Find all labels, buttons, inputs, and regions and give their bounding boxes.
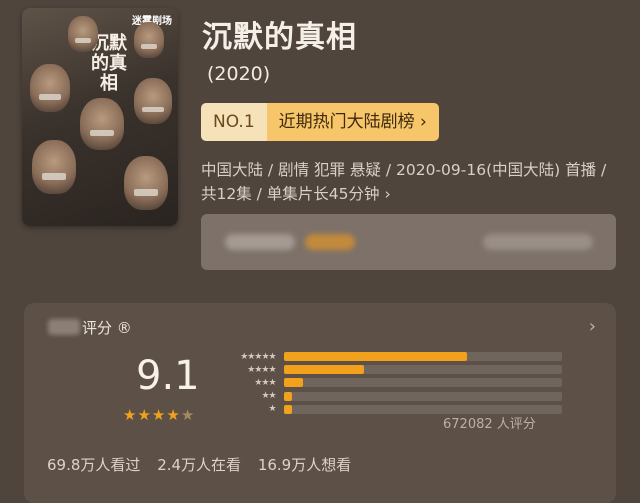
rating-distribution: ★★★★★ ★★★★ ★★★ ★★ ★ — [202, 350, 562, 416]
rating-label: 评分 ® — [82, 319, 132, 337]
poster-face — [134, 78, 172, 124]
want-count: 16.9万人想看 — [257, 456, 352, 474]
blurred-text — [305, 234, 355, 250]
poster-face — [30, 64, 70, 112]
blurred-text — [483, 234, 593, 250]
rating-score: 9.1 — [136, 353, 200, 399]
rating-bar — [283, 404, 292, 414]
release-year: (2020) — [207, 63, 271, 85]
rating-bar-track — [283, 352, 562, 362]
poster-image[interactable]: 迷雾剧场 沉默的真相 — [22, 8, 178, 226]
watch-stats: 69.8万人看过 2.4万人在看 16.9万人想看 — [47, 454, 363, 475]
rating-bar-track — [283, 365, 562, 375]
chevron-right-icon[interactable]: › — [589, 316, 596, 337]
rating-bar-track — [283, 378, 562, 388]
rating-row-stars: ★★★★★ — [240, 351, 276, 362]
star-icon: ★ — [180, 406, 196, 424]
show-meta[interactable]: 中国大陆 / 剧情 犯罪 悬疑 / 2020-09-16(中国大陆) 首播 / … — [201, 158, 621, 206]
poster-face — [134, 22, 164, 58]
watched-count: 69.8万人看过 — [47, 456, 141, 474]
rating-count: 672082 人评分 — [443, 417, 536, 432]
blurred-text — [225, 234, 295, 250]
star-icon: ★ — [123, 406, 138, 424]
rank-list-link[interactable]: 近期热门大陆剧榜 › — [266, 103, 439, 141]
rank-badge[interactable]: NO.1 近期热门大陆剧榜 › — [201, 103, 439, 141]
rating-row: ★★★★ — [202, 363, 562, 376]
star-icon: ★ — [137, 406, 152, 424]
poster-face — [68, 16, 98, 52]
poster-face — [80, 98, 124, 150]
watching-count: 2.4万人在看 — [157, 456, 242, 474]
rating-row-stars: ★★ — [261, 391, 276, 402]
rating-row-stars: ★★★ — [254, 377, 276, 388]
rating-bar — [283, 352, 468, 362]
page-title: 沉默的真相 — [202, 20, 357, 55]
rating-bar — [283, 391, 292, 401]
rating-bar — [283, 365, 365, 375]
rating-row: ★★★★★ — [202, 350, 562, 363]
rating-stars: ★★★★★ — [123, 406, 195, 424]
blurred-banner — [201, 214, 616, 270]
rating-row: ★★★ — [202, 376, 562, 389]
blurred-brand-name — [48, 319, 80, 335]
rating-row-stars: ★★★★ — [247, 364, 276, 375]
star-icon: ★ — [151, 406, 167, 424]
rank-number: NO.1 — [201, 103, 267, 141]
poster-face — [124, 156, 168, 210]
rating-bar — [283, 378, 304, 388]
poster-face — [32, 140, 76, 194]
rating-row: ★★ — [202, 390, 562, 403]
rating-row-stars: ★ — [268, 404, 277, 415]
rating-bar-track — [283, 391, 562, 401]
star-icon: ★ — [166, 406, 181, 424]
